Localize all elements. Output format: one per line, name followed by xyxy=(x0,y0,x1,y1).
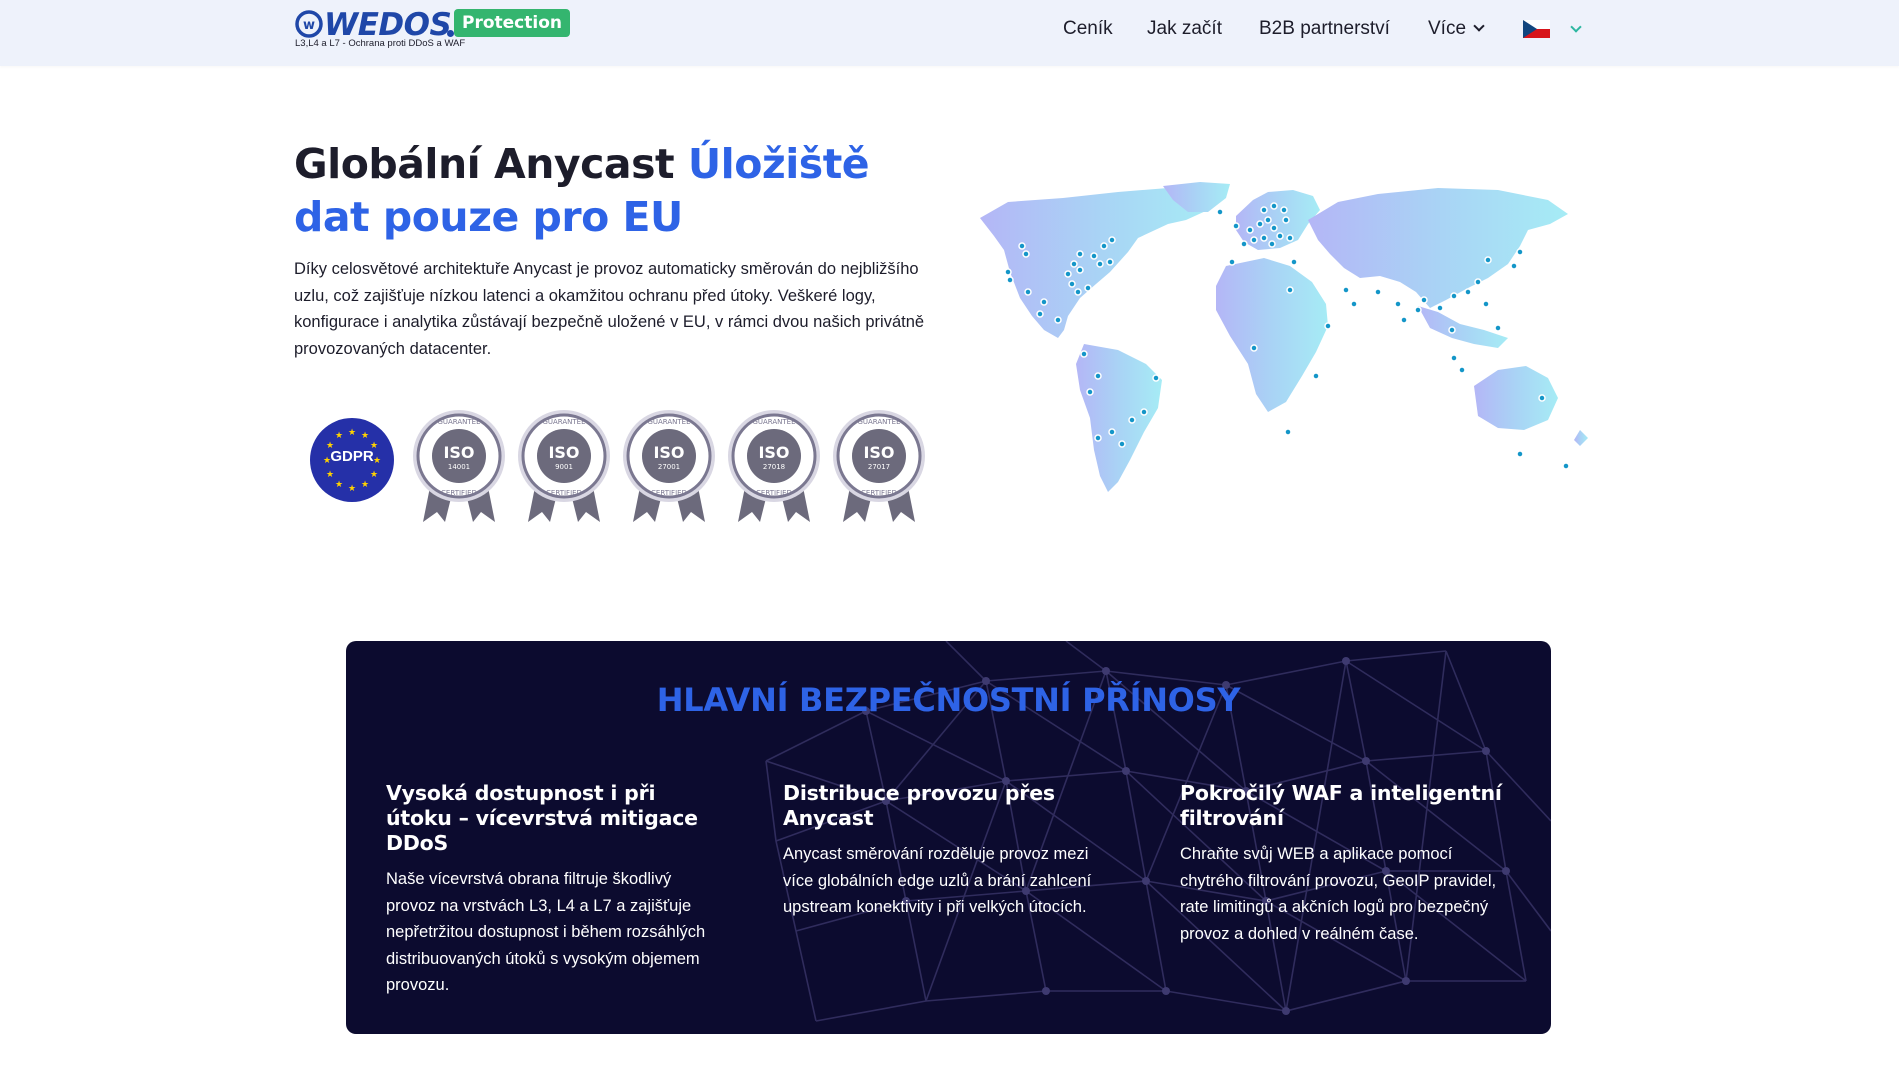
iso-badge-27018: GUARANTEE ISO 27018 CERTIFIED xyxy=(724,410,824,522)
iso-badge-label: ISO xyxy=(548,443,579,462)
benefit-title: Distribuce provozu přes Anycast xyxy=(783,781,1055,830)
benefit-waf: Pokročilý WAF a inteligentní filtrování … xyxy=(1180,781,1510,947)
iso-badge-top: GUARANTEE xyxy=(857,418,900,426)
iso-badge-label: ISO xyxy=(863,443,894,462)
benefits-panel: HLAVNÍ BEZPEČNOSTNÍ PŘÍNOSY Vysoká dostu… xyxy=(346,641,1551,1034)
benefit-anycast: Distribuce provozu přes Anycast Anycast … xyxy=(783,781,1113,921)
nav-item-vice-label: Více xyxy=(1428,18,1467,39)
iso-badge-number: 27001 xyxy=(658,463,680,471)
iso-badge-label: ISO xyxy=(653,443,684,462)
iso-badge-bottom: CERTIFIED xyxy=(756,489,792,497)
certification-badges: ★ ★ ★ ★ ★ ★ ★ ★ ★ ★ ★ ★ GDPR GUARANTEE ISO 14001… xyxy=(310,410,950,530)
svg-text:★: ★ xyxy=(335,480,343,490)
benefit-title: Pokročilý WAF a inteligentní filtrování xyxy=(1180,781,1502,830)
iso-badge-bottom: CERTIFIED xyxy=(861,489,897,497)
iso-badge-bottom: CERTIFIED xyxy=(441,489,477,497)
iso-badge-top: GUARANTEE xyxy=(752,418,795,426)
iso-badge-bottom: CERTIFIED xyxy=(546,489,582,497)
brand-tagline: L3,L4 a L7 - Ochrana proti DDoS a WAF xyxy=(295,38,466,49)
nav-item-b2b[interactable]: B2B partnerství xyxy=(1259,0,1390,58)
iso-badge-label: ISO xyxy=(758,443,789,462)
hero-title: Globální Anycast Úložiště dat pouze pro … xyxy=(294,138,954,244)
iso-badge-top: GUARANTEE xyxy=(647,418,690,426)
brand-logo[interactable]: w WEDOS Protection L3,L4 a L7 - Ochrana … xyxy=(294,6,594,54)
iso-badge-top: GUARANTEE xyxy=(437,418,480,426)
iso-badge-label: ISO xyxy=(443,443,474,462)
brand-dot xyxy=(447,30,454,37)
iso-badge-number: 9001 xyxy=(555,463,573,471)
iso-badge-number: 14001 xyxy=(448,463,470,471)
gdpr-label: GDPR xyxy=(330,448,374,465)
hero-title-plain: Globální Anycast xyxy=(294,140,688,188)
nav-item-cenik[interactable]: Ceník xyxy=(1063,0,1113,58)
svg-text:★: ★ xyxy=(335,431,343,441)
nav-item-jak-zacit[interactable]: Jak začít xyxy=(1147,0,1222,58)
language-chevron-down-icon[interactable] xyxy=(1570,21,1582,33)
benefits-title: HLAVNÍ BEZPEČNOSTNÍ PŘÍNOSY xyxy=(656,681,1241,719)
svg-text:★: ★ xyxy=(326,470,334,480)
brand-badge: Protection xyxy=(454,9,570,37)
wedos-logo-icon: w xyxy=(295,10,323,38)
hero-description: Díky celosvětové architektuře Anycast je… xyxy=(294,260,925,358)
world-map-anycast-nodes xyxy=(980,182,1588,492)
iso-badge-number: 27017 xyxy=(868,463,890,471)
gdpr-badge: ★ ★ ★ ★ ★ ★ ★ ★ ★ ★ ★ ★ GDPR xyxy=(310,418,394,502)
svg-text:★: ★ xyxy=(370,470,378,480)
svg-text:w: w xyxy=(303,18,315,33)
iso-badge-27001: GUARANTEE ISO 27001 CERTIFIED xyxy=(619,410,719,522)
continents xyxy=(980,182,1588,492)
svg-text:★: ★ xyxy=(348,428,356,438)
benefit-text: Naše vícevrstvá obrana filtruje škodlivý… xyxy=(386,870,706,994)
svg-text:★: ★ xyxy=(348,484,356,494)
site-header: w WEDOS Protection L3,L4 a L7 - Ochrana … xyxy=(0,0,1899,66)
iso-badge-top: GUARANTEE xyxy=(542,418,585,426)
svg-text:★: ★ xyxy=(361,431,369,441)
benefit-ddos: Vysoká dostupnost i při útoku – vícevrst… xyxy=(386,781,716,999)
benefit-text: Anycast směrování rozděluje provoz mezi … xyxy=(783,845,1092,916)
iso-badge-number: 27018 xyxy=(763,463,785,471)
iso-badge-14001: GUARANTEE ISO 14001 CERTIFIED xyxy=(409,410,509,522)
chevron-down-icon xyxy=(1473,20,1485,32)
iso-badge-9001: GUARANTEE ISO 9001 CERTIFIED xyxy=(514,410,614,522)
svg-text:★: ★ xyxy=(361,480,369,490)
cz-flag-icon[interactable] xyxy=(1523,20,1550,38)
iso-badge-bottom: CERTIFIED xyxy=(651,489,687,497)
benefit-text: Chraňte svůj WEB a aplikace pomocí chytr… xyxy=(1180,845,1497,943)
iso-badge-27017: GUARANTEE ISO 27017 CERTIFIED xyxy=(829,410,929,522)
nav-item-vice[interactable]: Více xyxy=(1428,0,1485,58)
benefit-title: Vysoká dostupnost i při útoku – vícevrst… xyxy=(386,781,698,855)
